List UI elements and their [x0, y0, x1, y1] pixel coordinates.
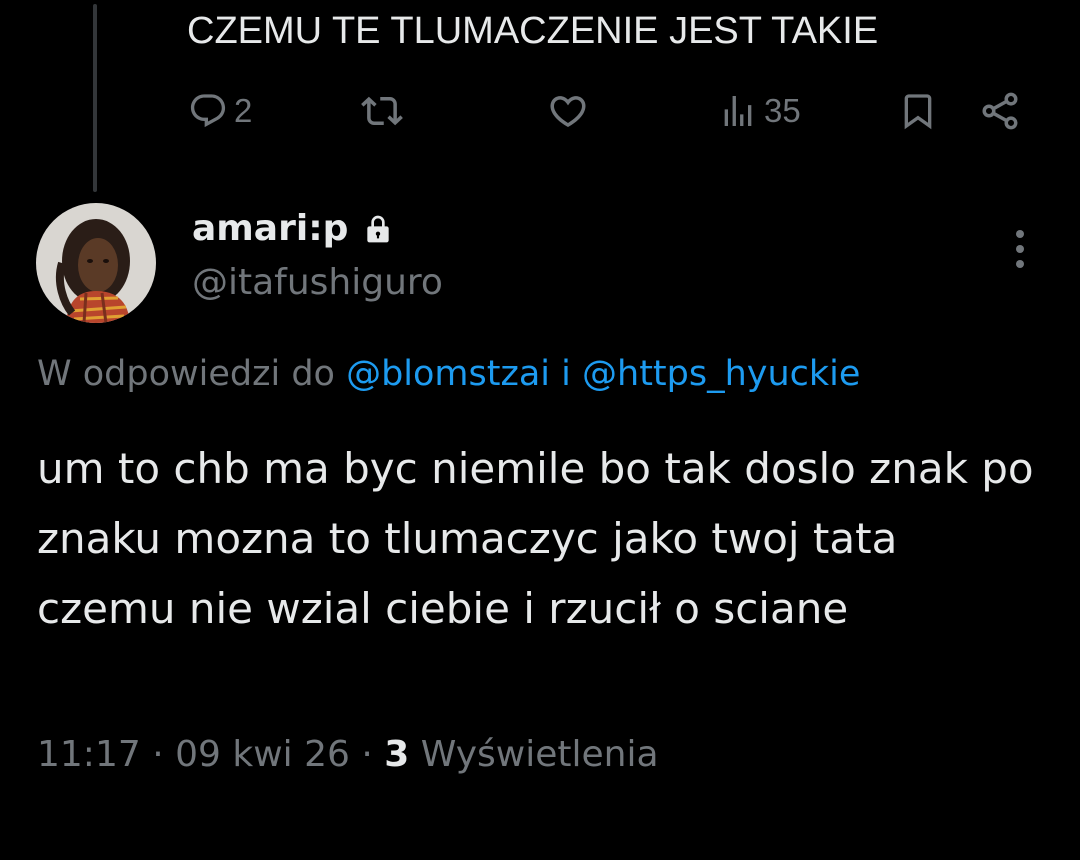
author-name-row[interactable]: amari:p — [192, 208, 394, 249]
mention-link-https-hyuckie[interactable]: @https_hyuckie — [582, 354, 860, 394]
tweet-meta: 11:17 · 09 kwi 26 · 3 Wyświetlenia — [37, 734, 659, 775]
lock-icon — [367, 215, 390, 242]
mention-joiner: i — [550, 354, 583, 394]
mention-link-blomstzai[interactable]: @blomstzai — [346, 354, 550, 394]
thread-connector-line — [93, 4, 97, 192]
views-chart-icon — [724, 96, 752, 126]
avatar-image — [36, 203, 156, 323]
retweet-icon — [361, 96, 403, 126]
share-icon — [982, 92, 1018, 130]
parent-tweet-text: CZEMU TE TLUMACZENIE JEST TAKIE — [187, 10, 879, 52]
reply-button[interactable]: 2 — [188, 88, 252, 134]
bookmark-button[interactable] — [898, 88, 938, 134]
tweet-time[interactable]: 11:17 — [37, 734, 141, 775]
bookmark-icon — [904, 94, 932, 130]
share-button[interactable] — [978, 88, 1022, 134]
more-options-button[interactable] — [1004, 226, 1036, 272]
replying-to-line: W odpowiedzi do @blomstzai i @https_hyuc… — [37, 354, 860, 394]
meta-separator: · — [140, 734, 176, 775]
views-label: Wyświetlenia — [409, 734, 659, 775]
reply-icon — [190, 94, 226, 128]
like-button[interactable] — [547, 88, 589, 134]
author-handle[interactable]: @itafushiguro — [192, 262, 443, 303]
more-vertical-icon — [1016, 230, 1024, 268]
views-button[interactable]: 35 — [718, 88, 801, 134]
meta-separator: · — [349, 734, 385, 775]
replying-to-prefix: W odpowiedzi do — [37, 354, 347, 394]
retweet-button[interactable] — [361, 88, 403, 134]
views-total: 3 — [384, 734, 410, 775]
views-count: 35 — [764, 92, 801, 129]
display-name[interactable]: amari:p — [192, 208, 348, 249]
heart-icon — [550, 96, 586, 128]
tweet-text: um to chb ma byc niemile bo tak doslo zn… — [37, 444, 1034, 633]
tweet-date[interactable]: 09 kwi 26 — [175, 734, 350, 775]
avatar[interactable] — [36, 203, 156, 323]
reply-count: 2 — [234, 92, 253, 129]
